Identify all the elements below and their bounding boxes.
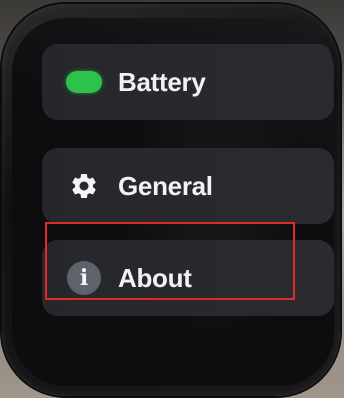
watch-screen: Battery General i About: [12, 18, 334, 386]
watch-case: Battery General i About: [2, 4, 340, 396]
battery-icon: [66, 71, 102, 93]
menu-item-label: About: [118, 262, 192, 293]
menu-item-about[interactable]: i About: [42, 240, 334, 316]
gear-icon: [64, 166, 104, 206]
menu-item-label: General: [118, 170, 213, 201]
info-icon: i: [67, 261, 101, 295]
menu-item-battery[interactable]: Battery: [42, 44, 334, 120]
menu-item-general[interactable]: General: [42, 148, 334, 224]
menu-item-label: Battery: [118, 66, 206, 97]
info-icon-wrap: i: [64, 258, 104, 298]
battery-icon-wrap: [64, 62, 104, 102]
